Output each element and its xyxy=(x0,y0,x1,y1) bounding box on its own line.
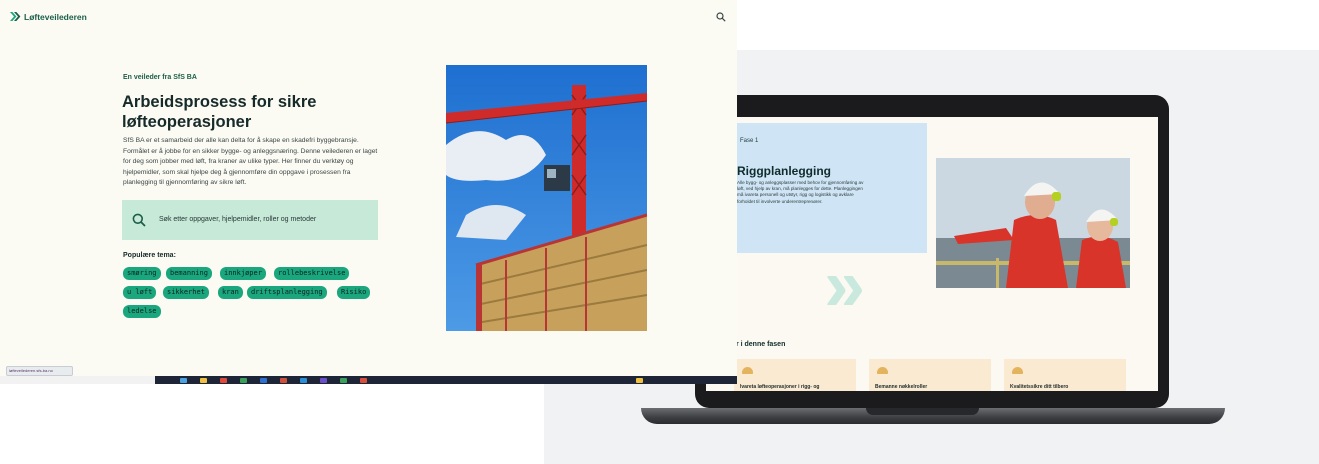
taskbar-app-icon[interactable] xyxy=(360,378,367,383)
hard-hat-icon xyxy=(742,367,753,374)
hard-hat-icon xyxy=(877,367,888,374)
taskbar-app-icon[interactable] xyxy=(180,378,187,383)
topic-tag[interactable]: driftsplanlegging xyxy=(247,286,327,299)
task-title: Ivareta løfteoperasjoner i rigg- og xyxy=(740,384,820,390)
logo-double-chevron-icon[interactable] xyxy=(9,10,22,23)
topic-tag[interactable]: innkjøper xyxy=(220,267,266,280)
topic-tag[interactable]: ledelse xyxy=(123,305,161,318)
laptop-screen: » Fase 1 Riggplanlegging Alle bygg- og a… xyxy=(706,117,1158,391)
phase-description: Alle bygg- og anleggsplasser med behov f… xyxy=(737,180,864,204)
taskbar-app-icon[interactable] xyxy=(280,378,287,383)
topic-tag[interactable]: u løft xyxy=(123,286,157,299)
hard-hat-icon xyxy=(1012,367,1023,374)
taskbar-app-icon[interactable] xyxy=(240,378,247,383)
topic-tag[interactable]: kran xyxy=(218,286,243,299)
search-icon[interactable] xyxy=(716,12,726,22)
taskbar-weather-icon[interactable] xyxy=(636,378,643,383)
taskbar-search-area[interactable] xyxy=(0,376,155,384)
taskbar-app-icon[interactable] xyxy=(200,378,207,383)
taskbar-app-icon[interactable] xyxy=(320,378,327,383)
laptop-notch xyxy=(866,408,979,415)
intro-paragraph: SfS BA er et samarbeid der alle kan delt… xyxy=(123,137,378,186)
topic-tag[interactable]: sikkerhet xyxy=(163,286,209,299)
site-logo-text[interactable]: Løfteveilederen xyxy=(24,12,87,22)
task-card[interactable]: Bemanne nøkkelroller xyxy=(869,359,991,391)
status-url: løfteveilederen.sfs-ba.no xyxy=(6,366,73,376)
popular-topics-title: Populære tema: xyxy=(123,252,176,259)
search-box[interactable]: Søk etter oppgaver, hjelpemidler, roller… xyxy=(122,200,378,240)
taskbar-app-icon[interactable] xyxy=(340,378,347,383)
taskbar-app-icon[interactable] xyxy=(260,378,267,383)
topic-tag[interactable]: bemanning xyxy=(166,267,212,280)
search-placeholder: Søk etter oppgaver, hjelpemidler, roller… xyxy=(159,216,317,223)
search-icon xyxy=(132,213,146,227)
topic-tag[interactable]: smøring xyxy=(123,267,161,280)
decorative-chevron-icon: » xyxy=(824,243,865,326)
task-title: Kvalitetssikre ditt tilbero xyxy=(1010,384,1069,390)
page-title: Arbeidsprosess for sikre løfteoperasjone… xyxy=(122,93,317,131)
taskbar-app-icon[interactable] xyxy=(300,378,307,383)
website-page: Løfteveilederen En veileder fra SfS BA A… xyxy=(0,0,737,376)
topic-tag[interactable]: rollebeskrivelse xyxy=(274,267,350,280)
phase-title: Riggplanlegging xyxy=(737,164,831,178)
task-card[interactable]: Kvalitetssikre ditt tilbero xyxy=(1004,359,1126,391)
task-card[interactable]: Ivareta løfteoperasjoner i rigg- og xyxy=(734,359,856,391)
taskbar-app-icon[interactable] xyxy=(220,378,227,383)
phase-label: Fase 1 xyxy=(740,138,759,144)
kicker-text: En veileder fra SfS BA xyxy=(123,74,197,81)
crane-photo xyxy=(446,65,647,331)
task-title: Bemanne nøkkelroller xyxy=(875,384,928,390)
phase-card: » Fase 1 Riggplanlegging Alle bygg- og a… xyxy=(706,123,927,253)
topic-tag[interactable]: Risiko xyxy=(337,286,371,299)
workers-photo xyxy=(936,158,1130,288)
